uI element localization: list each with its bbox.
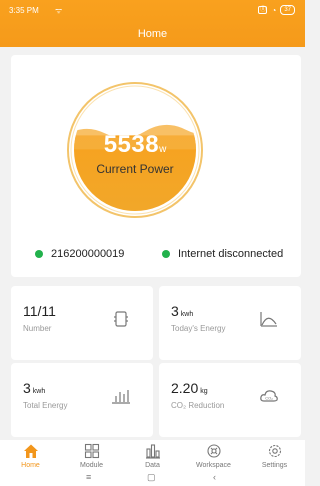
status-time: 3:35 PM xyxy=(9,6,39,15)
app-header: 3:35 PM ᯤ ⓧ ◔ 37 Home xyxy=(0,0,305,47)
tab-settings[interactable]: Settings xyxy=(247,443,303,469)
co2-cloud-icon: CO₂ xyxy=(260,390,278,402)
tab-home[interactable]: Home xyxy=(3,443,59,469)
serial-number: 216200000019 xyxy=(51,248,125,260)
device-serial: 216200000019 xyxy=(35,248,124,260)
tile-label: Number xyxy=(23,324,52,333)
status-dot-icon xyxy=(162,250,170,258)
tab-label: Module xyxy=(80,462,103,469)
tile-value: 3 kwh xyxy=(23,380,46,396)
tab-data[interactable]: Data xyxy=(125,443,181,469)
area-chart-icon xyxy=(260,312,277,327)
tile-label: Total Energy xyxy=(23,401,68,410)
signal-icon: ᯤ xyxy=(55,6,63,15)
back-icon[interactable]: ‹ xyxy=(213,472,216,482)
bar-chart-icon xyxy=(112,390,130,404)
system-nav-bar: ≡ ▢ ‹ xyxy=(0,472,305,486)
tile-value: 2.20 kg xyxy=(171,380,208,396)
tab-label: Settings xyxy=(261,462,288,469)
tile-todays-energy[interactable]: 3 kwh Today's Energy xyxy=(159,286,301,360)
device-icon xyxy=(114,311,128,327)
data-icon xyxy=(145,444,160,459)
tile-number[interactable]: 11/11 Number xyxy=(11,286,153,360)
tile-value: 3 kwh xyxy=(171,303,194,319)
module-icon xyxy=(84,443,99,459)
online-dot-icon xyxy=(35,250,43,258)
tile-value: 11/11 xyxy=(23,303,56,319)
home-icon xyxy=(23,444,38,458)
menu-icon[interactable]: ≡ xyxy=(86,472,91,482)
current-power-value: 5538w xyxy=(103,131,167,158)
power-card: 5538w Current Power 216200000019 Interne… xyxy=(11,55,301,277)
page-title: Home xyxy=(137,28,168,40)
svg-text:CO₂: CO₂ xyxy=(265,396,273,401)
status-icons: ⓧ ◔ 37 xyxy=(258,5,295,15)
tile-co2-reduction[interactable]: 2.20 kg CO₂ Reduction CO₂ xyxy=(159,363,301,437)
tile-label: Today's Energy xyxy=(171,324,226,333)
settings-icon xyxy=(268,444,281,458)
tab-label: Home xyxy=(21,462,40,469)
workspace-icon xyxy=(206,444,221,458)
internet-status-text: Internet disconnected xyxy=(178,248,284,260)
tab-label: Data xyxy=(145,462,160,469)
tile-total-energy[interactable]: 3 kwh Total Energy xyxy=(11,363,153,437)
bottom-tab-bar: Home Module Data Workspace Settings xyxy=(0,440,305,472)
tab-label: Workspace xyxy=(196,462,231,469)
sim-icon: ⓧ xyxy=(258,6,268,14)
tab-module[interactable]: Module xyxy=(64,443,120,469)
current-power-label: Current Power xyxy=(96,162,174,176)
home-nav-icon[interactable]: ▢ xyxy=(147,472,156,483)
tile-label: CO₂ Reduction xyxy=(171,401,225,410)
internet-status: Internet disconnected xyxy=(162,248,283,260)
battery-icon: 37 xyxy=(280,5,295,15)
tab-workspace[interactable]: Workspace xyxy=(186,443,242,469)
wifi-icon: ◔ xyxy=(271,5,277,15)
